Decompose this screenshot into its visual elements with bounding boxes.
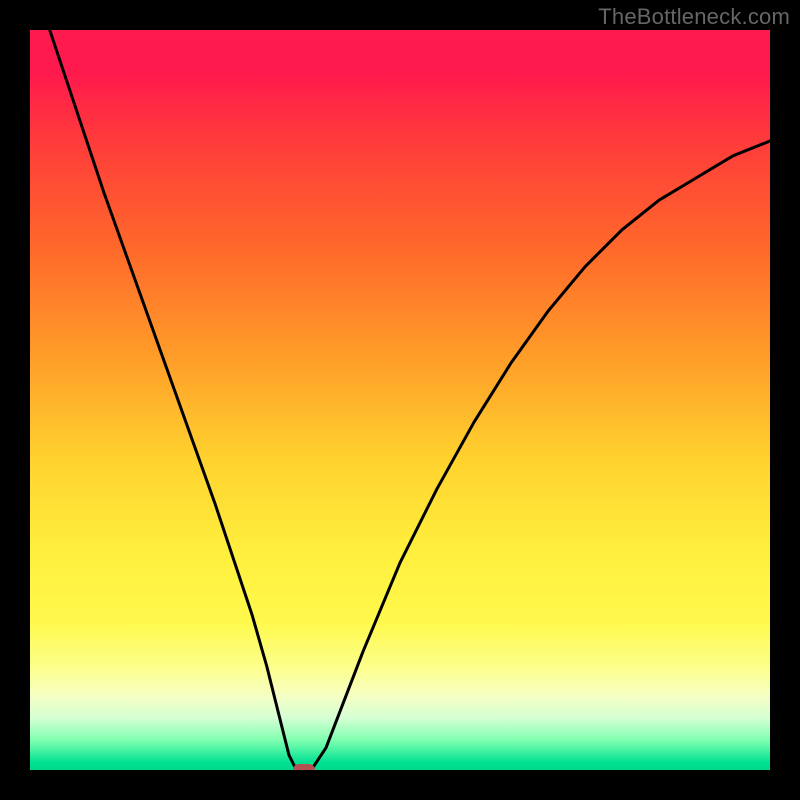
chart-frame: TheBottleneck.com (0, 0, 800, 800)
curve-path (30, 30, 770, 770)
plot-area (30, 30, 770, 770)
watermark-text: TheBottleneck.com (598, 4, 790, 30)
optimal-marker (293, 764, 315, 770)
bottleneck-curve (30, 30, 770, 770)
